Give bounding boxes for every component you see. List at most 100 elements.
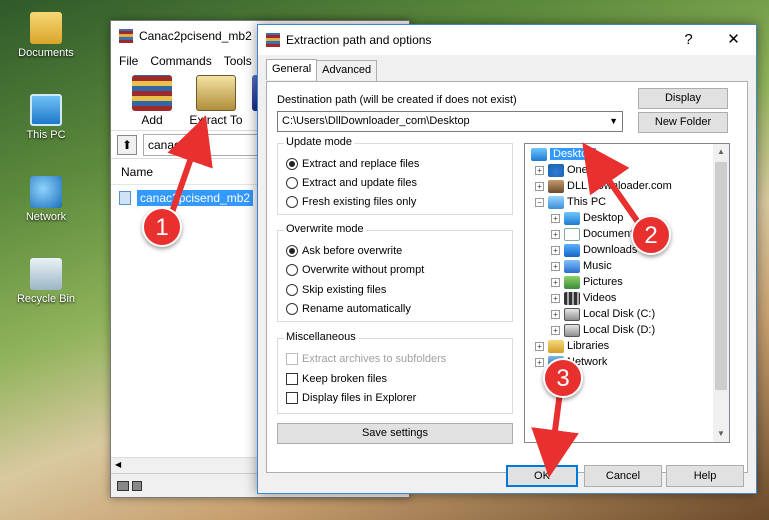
radio-button[interactable] — [286, 303, 298, 315]
expand-icon[interactable]: + — [535, 181, 544, 191]
tree-node-local-disk-d[interactable]: + Local Disk (D:) — [551, 322, 655, 338]
menu-tools[interactable]: Tools — [224, 54, 252, 68]
tab-general[interactable]: General — [266, 59, 318, 80]
tree-node-this-pc[interactable]: − This PC — [535, 194, 606, 210]
update-mode-title: Update mode — [284, 136, 355, 148]
radio-rename-automatically[interactable]: Rename automatically — [286, 303, 411, 315]
help-title-button[interactable]: ? — [666, 25, 711, 55]
expand-icon[interactable]: + — [551, 293, 560, 303]
libraries-icon — [548, 339, 564, 353]
expand-icon[interactable]: + — [551, 309, 560, 319]
tab-advanced[interactable]: Advanced — [316, 60, 378, 81]
radio-extract-update[interactable]: Extract and update files — [286, 177, 417, 189]
add-button[interactable]: Add — [123, 71, 181, 130]
scroll-left-icon: ◀ — [115, 460, 122, 469]
dialog-tabs: General Advanced — [266, 59, 378, 81]
expand-icon[interactable]: + — [551, 261, 560, 271]
tree-node-downloads[interactable]: + Downloads — [551, 242, 637, 258]
desktop-icon-documents[interactable]: Documents — [8, 12, 84, 59]
radio-button[interactable] — [286, 158, 298, 170]
tree-node-documents[interactable]: + Document — [551, 226, 633, 242]
cancel-button[interactable]: Cancel — [584, 465, 662, 487]
folder-tree[interactable]: Desktop + OneD + DLL Downloader.com − Th… — [524, 143, 730, 443]
menu-file[interactable]: File — [119, 54, 138, 68]
column-header-label: Name — [121, 165, 154, 179]
menu-commands[interactable]: Commands — [150, 54, 211, 68]
arrow-up-icon: ⬆ — [121, 137, 133, 152]
radio-button[interactable] — [286, 264, 298, 276]
radio-fresh-existing[interactable]: Fresh existing files only — [286, 196, 416, 208]
tree-vertical-scrollbar[interactable]: ▲ ▼ — [713, 144, 729, 442]
tree-node-label: Document — [583, 228, 634, 240]
expand-icon[interactable]: + — [535, 165, 544, 175]
file-icon — [119, 191, 131, 205]
tree-node-label: Videos — [583, 292, 617, 304]
help-button[interactable]: Help — [666, 465, 744, 487]
tree-node-videos[interactable]: + Videos — [551, 290, 616, 306]
destination-path-combobox[interactable]: C:\Users\DllDownloader_com\Desktop ▼ — [277, 111, 623, 132]
desktop-icon — [531, 147, 547, 161]
expand-icon[interactable]: + — [551, 229, 560, 239]
radio-overwrite-without-prompt[interactable]: Overwrite without prompt — [286, 264, 424, 276]
hard-drive-icon — [564, 307, 580, 321]
radio-button[interactable] — [286, 245, 298, 257]
desktop-icon-label: Recycle Bin — [16, 293, 76, 305]
radio-ask-before-overwrite[interactable]: Ask before overwrite — [286, 245, 402, 257]
collapse-icon[interactable]: − — [535, 197, 544, 207]
desktop-icon-recycle-bin[interactable]: Recycle Bin — [8, 258, 84, 305]
tree-node-user[interactable]: + DLL Downloader.com — [535, 178, 672, 194]
film-strip-icon — [564, 291, 580, 305]
tree-node-libraries[interactable]: + Libraries — [535, 338, 609, 354]
save-settings-button[interactable]: Save settings — [277, 423, 513, 444]
file-name: canac2pcisend_mb2 — [137, 190, 254, 206]
new-folder-button[interactable]: New Folder — [638, 112, 728, 133]
dialog-title: Extraction path and options — [286, 33, 432, 47]
extract-to-button[interactable]: Extract To — [187, 71, 245, 130]
tree-node-pictures[interactable]: + Pictures — [551, 274, 623, 290]
tree-node-label: Music — [583, 260, 612, 272]
ok-button[interactable]: OK — [506, 465, 578, 487]
update-mode-group: Update mode Extract and replace files Ex… — [277, 136, 513, 215]
expand-icon[interactable]: + — [551, 245, 560, 255]
expand-icon[interactable]: + — [535, 357, 544, 367]
expand-icon[interactable]: + — [551, 213, 560, 223]
option-label: Ask before overwrite — [302, 245, 403, 257]
radio-extract-replace[interactable]: Extract and replace files — [286, 158, 419, 170]
scrollbar-thumb[interactable] — [715, 162, 727, 390]
expand-icon[interactable]: + — [551, 325, 560, 335]
expand-icon[interactable]: + — [551, 277, 560, 287]
scroll-up-icon[interactable]: ▲ — [713, 144, 729, 160]
close-button[interactable]: ✕ — [711, 25, 756, 55]
dialog-titlebar[interactable]: Extraction path and options ? ✕ — [258, 25, 756, 55]
checkbox[interactable] — [286, 392, 298, 404]
tree-node-music[interactable]: + Music — [551, 258, 612, 274]
desktop-icon-this-pc[interactable]: This PC — [8, 94, 84, 141]
desktop-icon-label: This PC — [26, 129, 66, 141]
up-folder-button[interactable]: ⬆ — [117, 134, 137, 155]
tree-node-pc-desktop[interactable]: + Desktop — [551, 210, 623, 226]
computer-icon — [30, 94, 62, 126]
checkbox[interactable] — [286, 373, 298, 385]
tree-node-local-disk-c[interactable]: + Local Disk (C:) — [551, 306, 655, 322]
add-button-label: Add — [141, 113, 163, 127]
chevron-down-icon[interactable]: ▼ — [609, 112, 618, 131]
desktop-icon-network[interactable]: Network — [8, 176, 84, 223]
option-label: Fresh existing files only — [302, 196, 417, 208]
extract-to-button-label: Extract To — [189, 113, 243, 127]
radio-button[interactable] — [286, 284, 298, 296]
checkbox-keep-broken-files[interactable]: Keep broken files — [286, 373, 387, 385]
radio-button[interactable] — [286, 196, 298, 208]
tree-node-onedrive[interactable]: + OneD — [535, 162, 596, 178]
miscellaneous-group: Miscellaneous Extract archives to subfol… — [277, 331, 513, 414]
scroll-down-icon[interactable]: ▼ — [713, 426, 729, 442]
key-status-icon — [132, 480, 142, 491]
radio-skip-existing[interactable]: Skip existing files — [286, 284, 386, 296]
desktop-icon — [564, 211, 580, 225]
display-button[interactable]: Display — [638, 88, 728, 109]
tree-node-desktop[interactable]: Desktop — [531, 146, 597, 162]
expand-icon[interactable]: + — [535, 341, 544, 351]
option-label: Extract and update files — [302, 177, 417, 189]
checkbox-display-in-explorer[interactable]: Display files in Explorer — [286, 392, 416, 404]
radio-button[interactable] — [286, 177, 298, 189]
winrar-app-icon — [119, 29, 133, 43]
